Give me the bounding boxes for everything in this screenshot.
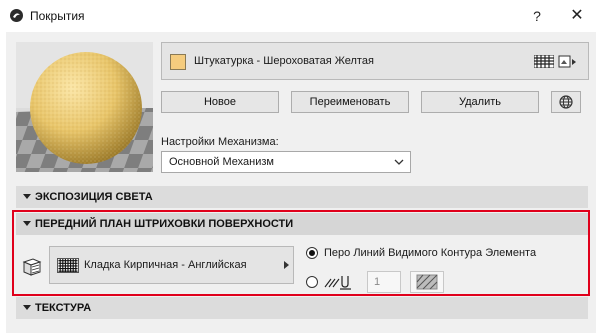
engine-dropdown[interactable]: Основной Механизм <box>161 151 411 173</box>
hatch-pattern-icon <box>534 55 554 68</box>
section-title: ТЕКСТУРА <box>35 302 92 314</box>
close-button[interactable]: ✕ <box>562 4 592 28</box>
material-selector[interactable]: Штукатурка - Шероховатая Желтая <box>161 42 589 80</box>
engine-settings-label: Настройки Механизма: <box>161 136 279 148</box>
surface-fill-name: Кладка Кирпичная - Английская <box>84 259 247 271</box>
app-icon <box>10 9 23 22</box>
new-button[interactable]: Новое <box>161 91 279 113</box>
delete-button[interactable]: Удалить <box>421 91 539 113</box>
section-texture[interactable]: ТЕКСТУРА <box>16 297 588 319</box>
section-title: ЭКСПОЗИЦИЯ СВЕТА <box>35 191 153 203</box>
title-bar: Покрытия ? ✕ <box>0 0 602 32</box>
pen-color-swatch[interactable] <box>410 271 444 293</box>
material-preview <box>16 42 153 172</box>
expand-triangle-icon <box>23 305 31 310</box>
section-light-exposure[interactable]: ЭКСПОЗИЦИЯ СВЕТА <box>16 186 588 208</box>
material-name: Штукатурка - Шероховатая Желтая <box>194 55 374 67</box>
hatch-swatch-icon <box>416 274 438 290</box>
submenu-arrow-icon <box>284 261 289 269</box>
rename-button[interactable]: Переименовать <box>291 91 409 113</box>
material-color-swatch <box>170 54 186 70</box>
engine-dropdown-value: Основной Механизм <box>169 156 274 168</box>
custom-pen-radio[interactable] <box>306 276 318 288</box>
window-title: Покрытия <box>30 9 85 23</box>
material-options-icon[interactable] <box>558 54 578 70</box>
expand-triangle-icon <box>23 194 31 199</box>
dialog-body: Штукатурка - Шероховатая Желтая Новое Пе… <box>6 32 596 333</box>
contour-pen-radio[interactable] <box>306 247 318 259</box>
section-surface-hatch[interactable]: ПЕРЕДНИЙ ПЛАН ШТРИХОВКИ ПОВЕРХНОСТИ <box>16 213 588 235</box>
contour-pen-label: Перо Линий Видимого Контура Элемента <box>324 247 537 259</box>
pen-number-field[interactable]: 1 <box>367 271 401 293</box>
globe-icon <box>559 95 573 109</box>
expand-triangle-icon <box>23 221 31 226</box>
section-title: ПЕРЕДНИЙ ПЛАН ШТРИХОВКИ ПОВЕРХНОСТИ <box>35 218 294 230</box>
catalog-button[interactable] <box>551 91 581 113</box>
surface-hatch-icon <box>22 258 42 276</box>
pen-color-icon <box>324 276 351 290</box>
help-button[interactable]: ? <box>522 4 552 28</box>
chevron-down-icon <box>394 159 404 165</box>
sphere-preview-image <box>16 42 153 172</box>
surface-fill-selector[interactable]: Кладка Кирпичная - Английская <box>49 246 294 284</box>
brick-pattern-icon <box>57 258 79 273</box>
